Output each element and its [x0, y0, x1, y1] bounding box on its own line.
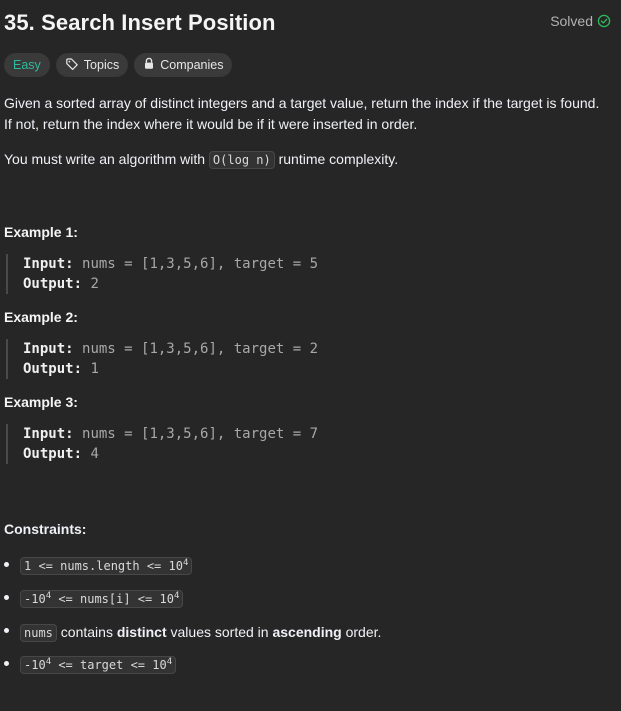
description: Given a sorted array of distinct integer…	[4, 93, 621, 171]
companies-label: Companies	[160, 58, 224, 72]
constraint-code: 1 <= nums.length <= 104	[20, 556, 193, 575]
example-1-block: Input: nums = [1,3,5,6], target = 5 Outp…	[6, 254, 621, 294]
input-label: Input:	[23, 341, 74, 357]
difficulty-tag[interactable]: Easy	[4, 53, 50, 77]
constraint-item: -104 <= nums[i] <= 104	[4, 582, 621, 615]
description-text: runtime complexity.	[274, 151, 399, 167]
example-2-block: Input: nums = [1,3,5,6], target = 2 Outp…	[6, 339, 621, 379]
output-value: 4	[90, 446, 99, 462]
companies-button[interactable]: Companies	[134, 53, 233, 77]
example-output: Output: 4	[23, 444, 621, 464]
output-label: Output:	[23, 446, 83, 462]
output-value: 2	[90, 276, 99, 292]
example-input: Input: nums = [1,3,5,6], target = 7	[23, 424, 621, 444]
constraint-item: nums contains distinct values sorted in …	[4, 615, 621, 648]
topics-button[interactable]: Topics	[55, 53, 129, 77]
input-label: Input:	[23, 426, 74, 442]
problem-title[interactable]: 35. Search Insert Position	[4, 10, 276, 36]
example-2-title: Example 2:	[4, 309, 78, 325]
description-paragraph-1: Given a sorted array of distinct integer…	[4, 93, 621, 135]
input-label: Input:	[23, 256, 74, 272]
example-output: Output: 2	[23, 274, 621, 294]
description-text: You must write an algorithm with	[4, 151, 209, 167]
constraint-code: -104 <= target <= 104	[20, 655, 177, 674]
description-line-2: If not, return the index where it would …	[4, 116, 418, 132]
constraint-exponent: 4	[173, 590, 180, 601]
constraint-item: -104 <= target <= 104	[4, 648, 621, 681]
complexity-code: O(log n)	[208, 151, 275, 169]
title-row: 35. Search Insert Position Solved	[4, 0, 621, 44]
constraint-exponent: 4	[166, 656, 173, 667]
input-value: nums = [1,3,5,6], target = 2	[82, 341, 319, 357]
lock-icon	[143, 57, 155, 73]
constraints-list: 1 <= nums.length <= 104 -104 <= nums[i] …	[4, 549, 621, 681]
description-line-1: Given a sorted array of distinct integer…	[4, 95, 600, 111]
constraint-text: <= target <= 10	[51, 657, 167, 672]
difficulty-label: Easy	[13, 58, 41, 72]
constraint-text: -10	[24, 591, 46, 606]
constraint-text: <= nums[i] <= 10	[51, 591, 174, 606]
check-circle-icon	[597, 14, 611, 28]
input-value: nums = [1,3,5,6], target = 5	[82, 256, 319, 272]
example-output: Output: 1	[23, 359, 621, 379]
input-value: nums = [1,3,5,6], target = 7	[82, 426, 319, 442]
tag-icon	[65, 57, 79, 74]
constraint-code: nums	[20, 623, 57, 642]
constraint-text: 1 <= nums.length <= 10	[24, 558, 183, 573]
output-label: Output:	[23, 276, 83, 292]
constraint-text: values sorted in	[166, 623, 273, 640]
problem-description: 35. Search Insert Position Solved Easy T…	[0, 0, 621, 681]
example-input: Input: nums = [1,3,5,6], target = 2	[23, 339, 621, 359]
constraint-exponent: 4	[182, 557, 189, 568]
solved-status: Solved	[550, 13, 611, 29]
example-input: Input: nums = [1,3,5,6], target = 5	[23, 254, 621, 274]
constraint-text: -10	[24, 657, 46, 672]
output-value: 1	[90, 361, 99, 377]
description-paragraph-2: You must write an algorithm with O(log n…	[4, 149, 621, 171]
constraint-bold: ascending	[272, 623, 342, 640]
output-label: Output:	[23, 361, 83, 377]
example-3-block: Input: nums = [1,3,5,6], target = 7 Outp…	[6, 424, 621, 464]
example-1-title: Example 1:	[4, 224, 78, 240]
example-3-title: Example 3:	[4, 394, 78, 410]
constraint-text: contains	[56, 623, 117, 640]
constraint-code: -104 <= nums[i] <= 104	[20, 589, 184, 608]
tag-row: Easy Topics Companies	[4, 53, 621, 77]
constraint-text: order.	[341, 623, 382, 640]
solved-label: Solved	[550, 13, 593, 29]
constraint-item: 1 <= nums.length <= 104	[4, 549, 621, 582]
constraints-title: Constraints:	[4, 521, 87, 537]
topics-label: Topics	[83, 58, 120, 72]
constraint-bold: distinct	[116, 623, 167, 640]
